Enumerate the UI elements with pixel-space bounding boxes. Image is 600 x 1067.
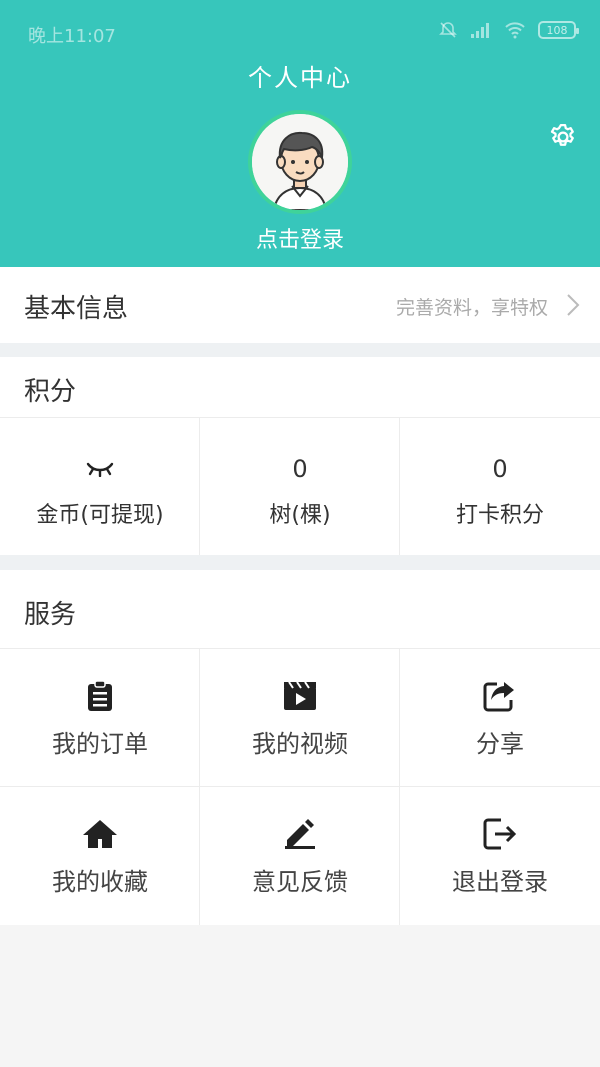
points-item-value: 0 [292, 455, 308, 483]
service-label: 我的视频 [252, 730, 348, 758]
points-item-trees[interactable]: 0 树(棵) [200, 417, 400, 555]
edit-icon [282, 816, 318, 852]
basic-info-row[interactable]: 基本信息 完善资料，享特权 [0, 267, 600, 343]
service-favorites[interactable]: 我的收藏 [0, 786, 200, 925]
services-section: 服务 我的订单 我的视频 分享 我的收藏 意见反馈 退出登录 [0, 570, 600, 925]
home-icon [82, 816, 118, 852]
service-my-orders[interactable]: 我的订单 [0, 648, 200, 786]
services-title: 服务 [24, 600, 77, 630]
status-icons: 108 [438, 20, 579, 40]
video-icon [282, 678, 318, 714]
points-item-label: 打卡积分 [455, 503, 544, 528]
service-my-videos[interactable]: 我的视频 [200, 648, 400, 786]
avatar[interactable] [248, 110, 352, 214]
points-item-coins[interactable]: 金币(可提现) [0, 417, 200, 555]
points-item-value: 0 [492, 455, 508, 483]
user-avatar-icon [252, 114, 348, 210]
status-bar: 晚上11:07 108 [0, 0, 600, 62]
wifi-icon [505, 22, 525, 39]
points-title: 积分 [24, 377, 77, 407]
points-item-checkin[interactable]: 0 打卡积分 [400, 417, 600, 555]
clipboard-icon [82, 678, 118, 714]
service-logout[interactable]: 退出登录 [400, 786, 600, 925]
service-label: 意见反馈 [252, 868, 348, 896]
basic-info-hint: 完善资料，享特权 [395, 297, 548, 319]
section-divider [0, 343, 600, 357]
mute-alarm-icon [439, 22, 457, 38]
page-title: 个人中心 [248, 64, 352, 92]
signal-icon [471, 23, 489, 38]
service-feedback[interactable]: 意见反馈 [200, 786, 400, 925]
points-item-label: 金币(可提现) [36, 503, 164, 528]
points-item-label: 树(棵) [269, 503, 331, 528]
login-link[interactable]: 点击登录 [0, 222, 600, 254]
basic-info-label: 基本信息 [24, 294, 129, 324]
service-label: 我的收藏 [52, 868, 148, 896]
settings-button[interactable] [546, 120, 580, 154]
service-label: 我的订单 [52, 730, 148, 758]
gear-icon [550, 124, 574, 146]
section-divider [0, 555, 600, 570]
service-label: 退出登录 [452, 868, 548, 896]
chevron-right-icon [567, 294, 580, 316]
points-section: 积分 金币(可提现) 0 树(棵) 0 打卡积分 [0, 357, 600, 555]
profile-header: 晚上11:07 108 个人中心 点击登录 [0, 0, 600, 267]
share-icon [482, 678, 518, 714]
logout-icon [482, 816, 518, 852]
hidden-eye-icon [86, 462, 114, 477]
battery-indicator: 108 [538, 21, 579, 39]
service-label: 分享 [476, 730, 524, 758]
service-share[interactable]: 分享 [400, 648, 600, 786]
status-time: 晚上11:07 [28, 26, 116, 47]
